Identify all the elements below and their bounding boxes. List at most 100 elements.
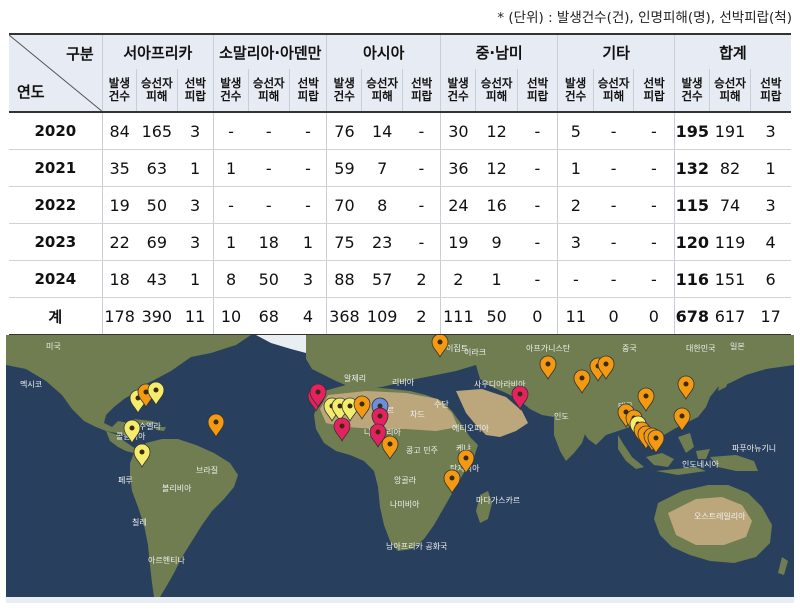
- table-cell: 3: [289, 260, 328, 298]
- table-cell: 22: [102, 223, 137, 261]
- table-cell: -: [633, 260, 675, 298]
- region-header-total: 합계: [674, 33, 791, 69]
- table-cell: 50: [136, 186, 178, 224]
- subheader-hijacked: 선박 피랍: [750, 69, 791, 113]
- marker-center-dot: [679, 413, 685, 419]
- table-cell: -: [289, 112, 328, 150]
- table-cell: 17: [750, 297, 791, 336]
- table-cell: 35: [102, 149, 137, 187]
- table-cell: 16: [475, 186, 518, 224]
- table-cell: 0: [633, 297, 675, 336]
- corner-year-label: 연도: [17, 83, 45, 101]
- map-country-label: 대한민국: [686, 343, 715, 353]
- table-cell: 195: [674, 112, 710, 150]
- map-country-label: 앙골라: [394, 475, 417, 485]
- table-cell: 18: [102, 260, 137, 298]
- table-row: 2020 84 165 3- - -76 14-30 12-5- -195 191 3: [9, 112, 791, 150]
- table-cell: -: [633, 223, 675, 261]
- table-cell: 36: [440, 149, 476, 187]
- map-country-label: 인도네시아: [682, 459, 719, 469]
- map-country-label: 차드: [410, 410, 425, 419]
- table-cell: 617: [709, 297, 751, 336]
- row-year: 2020: [9, 112, 103, 150]
- subheader-hijacked: 선박 피랍: [177, 69, 215, 113]
- table-row: 2022 19 50 3- - -70 8-24 16-2- -115 74 3: [9, 186, 791, 224]
- table-cell: -: [633, 186, 675, 224]
- map-country-label: 브라질: [196, 466, 218, 475]
- table-cell: 63: [136, 149, 178, 187]
- marker-center-dot: [347, 403, 353, 409]
- subheader-incidents: 발생 건수: [326, 69, 362, 113]
- table-cell: -: [517, 112, 559, 150]
- map-country-label: 남아프리카 공화국: [386, 541, 447, 551]
- table-cell: 0: [593, 297, 634, 336]
- table-cell: -: [402, 223, 441, 261]
- table-cell: 5: [557, 112, 594, 150]
- map-country-label: 멕시코: [20, 379, 42, 389]
- table-cell: 8: [361, 186, 403, 224]
- marker-center-dot: [339, 423, 345, 429]
- table-cell: 88: [326, 260, 362, 298]
- table-cell: 111: [440, 297, 476, 336]
- table-cell: -: [517, 223, 559, 261]
- subheader-line: 피해: [146, 89, 168, 103]
- subheader-line: 승선자: [597, 76, 630, 90]
- table-cell: 390: [136, 297, 178, 336]
- row-year: 2022: [9, 186, 103, 224]
- marker-center-dot: [517, 391, 523, 397]
- table-cell: 3: [177, 112, 215, 150]
- marker-center-dot: [213, 419, 219, 425]
- table-cell: 3: [557, 223, 594, 261]
- table-cell: -: [517, 186, 559, 224]
- table-cell: 1: [213, 223, 248, 261]
- table-cell: -: [402, 149, 441, 187]
- subheader-line: 피랍: [297, 89, 319, 103]
- table-cell: 19: [440, 223, 476, 261]
- world-map: 미국멕시코베네수엘라콜롬비아페루브라질볼리비아칠레아르헨티나알제리리비아이집트말…: [6, 335, 794, 603]
- table-cell: -: [557, 260, 594, 298]
- marker-center-dot: [359, 401, 365, 407]
- table-cell: 18: [248, 223, 290, 261]
- table-cell: 1: [177, 260, 215, 298]
- subheader-hijacked: 선박 피랍: [402, 69, 441, 113]
- subheader-line: 피랍: [184, 89, 206, 103]
- marker-center-dot: [437, 339, 443, 345]
- world-map-svg: 미국멕시코베네수엘라콜롬비아페루브라질볼리비아칠레아르헨티나알제리리비아이집트말…: [6, 335, 794, 603]
- subheader-line: 발생: [681, 76, 703, 90]
- subheader-line: 선박: [411, 76, 433, 90]
- table-cell: 178: [102, 297, 137, 336]
- subheader-line: 피랍: [643, 89, 665, 103]
- table-cell: -: [248, 112, 290, 150]
- table-cell: 3: [750, 112, 791, 150]
- table-cell: 1: [750, 149, 791, 187]
- table-cell: 115: [674, 186, 710, 224]
- subheader-crew-damage: 승선자 피해: [593, 69, 635, 113]
- map-country-label: 이라크: [464, 347, 486, 357]
- map-country-label: 오스트레일리아: [694, 511, 746, 521]
- subheader-line: 피해: [719, 89, 741, 103]
- table-cell: 82: [709, 149, 751, 187]
- table-cell: 43: [136, 260, 178, 298]
- row-year: 2021: [9, 149, 103, 187]
- subheader-line: 선박: [527, 76, 549, 90]
- marker-center-dot: [683, 381, 689, 387]
- subheader-line: 건수: [447, 89, 469, 103]
- subheader-crew-damage: 승선자 피해: [709, 69, 751, 113]
- table-cell: 68: [248, 297, 290, 336]
- subheader-crew-damage: 승선자 피해: [361, 69, 404, 113]
- subheader-line: 피랍: [760, 89, 782, 103]
- table-cell: 3: [750, 186, 791, 224]
- subheader-line: 선박: [184, 76, 206, 90]
- map-country-label: 미국: [46, 342, 61, 351]
- map-country-label: 칠레: [132, 518, 147, 527]
- subheader-line: 피랍: [527, 89, 549, 103]
- table-row: 2023 22 69 3 1 18 1 75 23-19 9-3- -120 119 4: [9, 223, 791, 261]
- table-cell: 109: [361, 297, 403, 336]
- table-cell: -: [402, 112, 441, 150]
- table-cell: 3: [177, 223, 215, 261]
- subheader-incidents: 발생 건수: [213, 69, 249, 113]
- marker-center-dot: [129, 425, 135, 431]
- table-cell: 1: [475, 260, 518, 298]
- table-cell: 2: [402, 260, 441, 298]
- table-cell: 69: [136, 223, 178, 261]
